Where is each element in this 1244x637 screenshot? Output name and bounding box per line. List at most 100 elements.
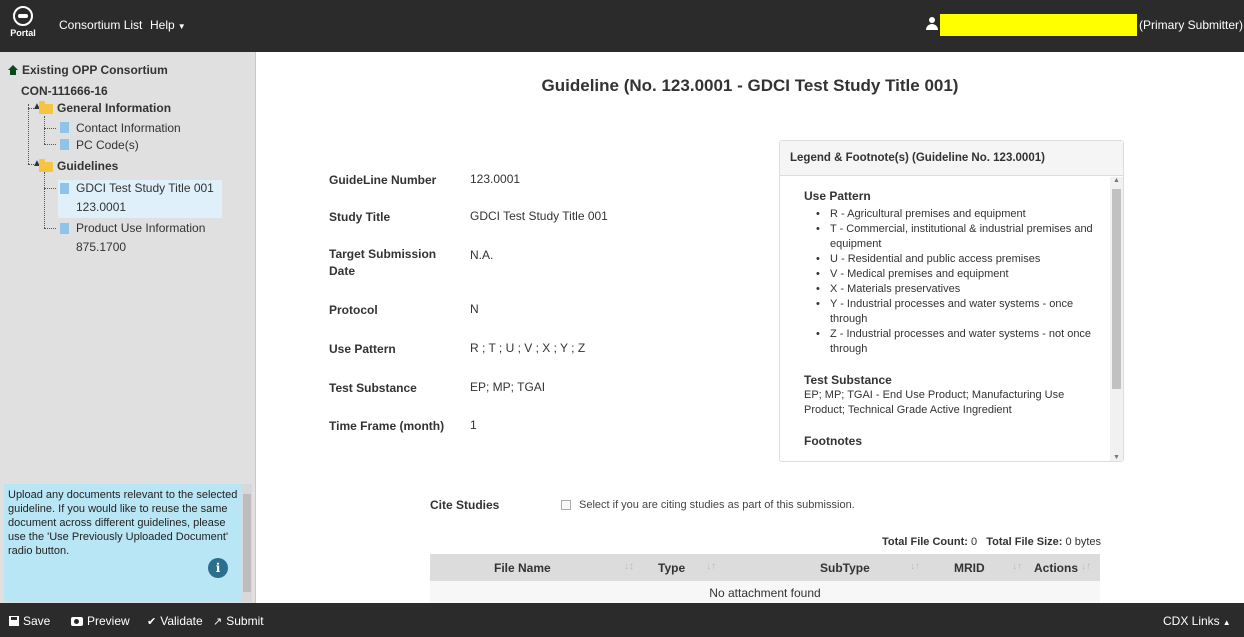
user-name-redacted[interactable] <box>940 14 1137 36</box>
cdx-links-menu[interactable]: CDX Links ▲ <box>1163 614 1231 628</box>
check-icon: ✔ <box>147 616 157 628</box>
validate-button[interactable]: ✔ Validate <box>147 614 203 628</box>
legend-body: Use Pattern R - Agricultural premises an… <box>780 177 1111 461</box>
page-title: Guideline (No. 123.0001 - GDCI Test Stud… <box>541 76 959 95</box>
submit-button-label: Submit <box>226 614 264 628</box>
help-menu-label: Help <box>150 18 175 32</box>
portal-logo-icon <box>13 6 33 26</box>
help-scrollbar[interactable] <box>242 484 252 602</box>
portal-logo[interactable]: Portal <box>8 6 38 46</box>
attachments-table-header: File Name ↓↕ Type ↓↑ SubType ↓↑ MRID ↓↑ … <box>430 554 1100 581</box>
home-icon <box>8 65 18 75</box>
field-label-guideline-number: GuideLine Number <box>329 173 437 187</box>
share-icon: ↗ <box>213 616 223 628</box>
list-item: R - Agricultural premises and equipment <box>816 207 1095 222</box>
field-label-time-frame: Time Frame (month) <box>329 419 445 433</box>
save-icon <box>9 616 19 626</box>
tree-connector <box>44 144 56 145</box>
preview-button-label: Preview <box>87 614 130 628</box>
tree-node-guidelines[interactable]: Guidelines <box>57 159 118 173</box>
folder-open-icon <box>39 159 53 172</box>
tree-node-guideline-1-title[interactable]: GDCI Test Study Title 001 <box>76 181 214 195</box>
field-label-study-title: Study Title <box>329 210 391 224</box>
sort-icon[interactable]: ↓↑ <box>1012 561 1022 572</box>
list-item: T - Commercial, institutional & industri… <box>816 222 1095 252</box>
column-header-actions[interactable]: Actions <box>1034 561 1078 575</box>
legend-title: Legend & Footnote(s) (Guideline No. 123.… <box>780 141 1123 176</box>
cdx-links-label: CDX Links <box>1163 614 1220 628</box>
cite-studies-checkbox[interactable] <box>561 500 571 510</box>
tree-node-pc-codes[interactable]: PC Code(s) <box>76 138 139 152</box>
list-item: V - Medical premises and equipment <box>816 267 1095 282</box>
tree-node-guideline-2-title[interactable]: Product Use Information <box>76 221 205 235</box>
tree-connector <box>44 116 45 144</box>
list-item: Y - Industrial processes and water syste… <box>816 297 1095 327</box>
column-header-file-name[interactable]: File Name <box>494 561 551 575</box>
file-totals: Total File Count: 0 Total File Size: 0 b… <box>882 536 1101 548</box>
legend-scrollbar[interactable]: ▲ ▼ <box>1110 177 1123 461</box>
list-item: X - Materials preservatives <box>816 282 1095 297</box>
caret-down-icon: ▼ <box>177 22 186 31</box>
bottom-toolbar: Save Preview ✔ Validate ↗ Submit CDX Links… <box>0 603 1244 637</box>
folder-open-icon <box>39 101 53 114</box>
preview-button[interactable]: Preview <box>71 614 130 628</box>
field-value-use-pattern: R ; T ; U ; V ; X ; Y ; Z <box>470 341 586 355</box>
legend-test-substance-heading: Test Substance <box>804 373 892 387</box>
tree-node-guideline-2-number[interactable]: 875.1700 <box>76 240 126 254</box>
save-button[interactable]: Save <box>9 614 50 628</box>
tree-node-contact-information[interactable]: Contact Information <box>76 121 181 135</box>
help-text: Upload any documents relevant to the sel… <box>8 489 238 557</box>
column-header-subtype[interactable]: SubType <box>820 561 870 575</box>
field-value-study-title: GDCI Test Study Title 001 <box>470 209 608 223</box>
tree-node-guideline-1-number[interactable]: 123.0001 <box>76 200 126 214</box>
submit-button[interactable]: ↗ Submit <box>213 614 264 628</box>
top-navbar: Portal Consortium List Help ▼ (Primary Su… <box>0 0 1244 52</box>
tree-connector <box>44 172 45 228</box>
camera-icon <box>71 617 83 626</box>
navigation-tree: Existing OPP Consortium CON-111666-16 ▲ … <box>0 52 256 482</box>
cite-studies-label: Cite Studies <box>430 498 500 512</box>
total-file-size-label: Total File Size: <box>986 536 1063 548</box>
legend-footnotes-heading: Footnotes <box>804 434 862 448</box>
main-content: Guideline (No. 123.0001 - GDCI Test Stud… <box>256 52 1244 603</box>
tree-root-label: Existing OPP Consortium <box>22 63 168 77</box>
tree-node-general-information[interactable]: General Information <box>57 101 171 115</box>
save-button-label: Save <box>23 614 51 628</box>
column-header-type[interactable]: Type <box>658 561 685 575</box>
sort-icon[interactable]: ↓↑ <box>706 561 716 572</box>
sort-icon[interactable]: ↓↕ <box>624 561 634 572</box>
total-file-count: 0 <box>970 536 978 548</box>
field-value-time-frame: 1 <box>470 418 477 432</box>
portal-logo-text: Portal <box>10 28 36 38</box>
document-icon <box>60 223 69 234</box>
user-role: (Primary Submitter) <box>1139 18 1244 32</box>
field-label-use-pattern: Use Pattern <box>329 342 396 356</box>
info-icon[interactable]: i <box>208 558 228 578</box>
field-value-protocol: N <box>470 302 479 316</box>
document-icon <box>60 183 69 194</box>
scrollbar-thumb[interactable] <box>1112 189 1121 389</box>
column-header-mrid[interactable]: MRID <box>954 561 985 575</box>
tree-connector <box>44 128 56 129</box>
help-menu[interactable]: Help ▼ <box>150 18 186 32</box>
user-icon <box>926 17 938 31</box>
sort-icon[interactable]: ↓↑ <box>1081 561 1091 572</box>
tree-connector <box>44 188 56 189</box>
list-item: Z - Industrial processes and water syste… <box>816 327 1095 357</box>
legend-test-substance-text: EP; MP; TGAI - End Use Product; Manufact… <box>804 389 1065 416</box>
table-empty-message: No attachment found <box>430 581 1100 603</box>
tree-root[interactable]: Existing OPP Consortium <box>8 63 168 77</box>
use-pattern-list: R - Agricultural premises and equipment … <box>816 207 1095 357</box>
field-value-target-submission-date: N.A. <box>470 248 494 262</box>
consortium-id: CON-111666-16 <box>21 84 108 98</box>
total-file-size: 0 bytes <box>1065 536 1101 548</box>
sort-icon[interactable]: ↓↑ <box>910 561 920 572</box>
tree-connector <box>28 104 29 164</box>
document-icon <box>60 139 69 150</box>
scroll-up-icon[interactable]: ▲ <box>1110 177 1123 184</box>
scrollbar-thumb[interactable] <box>243 494 251 592</box>
consortium-list-link[interactable]: Consortium List <box>59 18 142 32</box>
scroll-down-icon[interactable]: ▼ <box>1110 454 1123 461</box>
total-file-count-label: Total File Count: <box>881 536 968 548</box>
legend-use-pattern-heading: Use Pattern <box>804 189 871 203</box>
